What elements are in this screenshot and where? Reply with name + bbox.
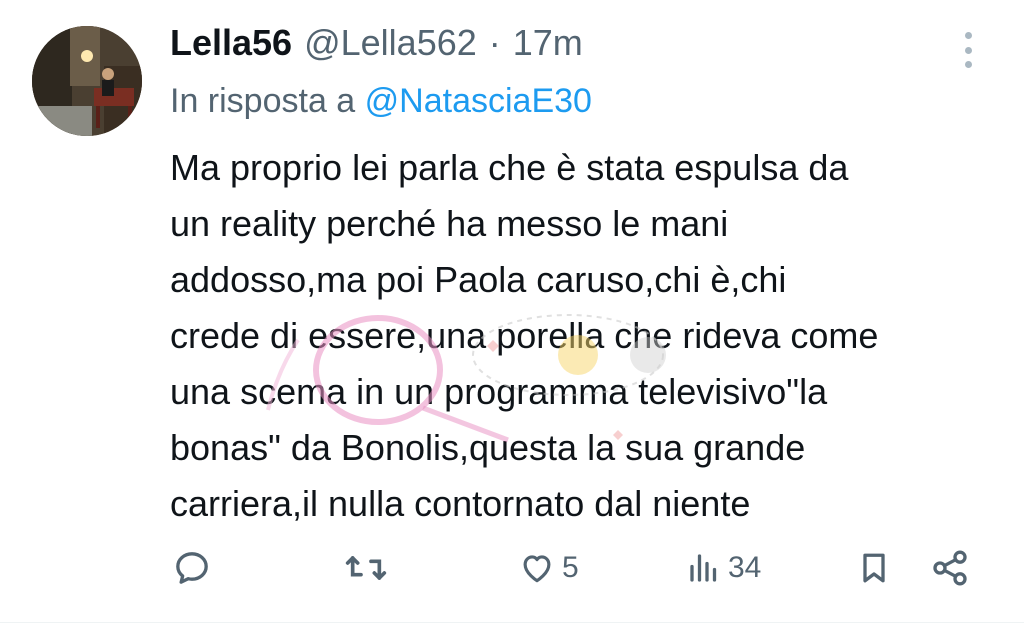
more-dot [964, 61, 972, 68]
timestamp[interactable]: 17m [513, 22, 583, 64]
share-icon [933, 550, 967, 586]
like-count: 5 [562, 551, 579, 584]
views-button[interactable]: 34 [686, 544, 761, 592]
tweet-text-line: un reality perché ha messo le mani [170, 203, 729, 244]
separator-dot: · [488, 22, 501, 63]
comment-icon [176, 552, 208, 584]
display-name[interactable]: Lella56 [170, 22, 292, 64]
user-handle[interactable]: @Lella562 [304, 22, 477, 64]
reply-button[interactable] [172, 544, 212, 592]
reply-mention-link[interactable]: @NatasciaE30 [365, 82, 592, 120]
tweet-text-line: addosso,ma poi Paola caruso,chi è,chi [170, 259, 787, 300]
share-button[interactable] [930, 544, 970, 592]
more-dot [964, 46, 972, 54]
more-dot [964, 32, 972, 39]
tweet-text-line: una scema in un programma televisivo"la [170, 371, 828, 412]
tweet-text-line: carriera,il nulla contornato dal niente [170, 483, 751, 524]
retweet-icon [345, 556, 387, 580]
tweet-text-line: crede di essere,una porella che rideva c… [170, 315, 879, 356]
retweet-button[interactable] [344, 544, 388, 592]
reply-context: In risposta a @NatasciaE30 [170, 82, 592, 121]
views-bar-chart-icon [690, 554, 717, 582]
divider [0, 622, 1024, 623]
views-count: 34 [728, 551, 762, 584]
tweet-text-line: Ma proprio lei parla che è stata espulsa… [170, 147, 849, 188]
tweet-header: Lella56 @Lella562 · 17m [170, 22, 583, 70]
heart-icon [523, 555, 551, 583]
reply-prefix: In risposta a [170, 82, 356, 120]
action-bar: 5 34 [0, 540, 1024, 596]
bookmark-icon [863, 553, 885, 583]
tweet: Lella56 @Lella562 · 17m In risposta a @N… [0, 0, 1024, 632]
avatar[interactable] [32, 26, 142, 136]
bookmark-button[interactable] [856, 544, 892, 592]
more-options-icon[interactable] [955, 30, 981, 70]
like-button[interactable]: 5 [518, 544, 579, 592]
tweet-text-line: bonas" da Bonolis,questa la sua grande [170, 427, 806, 468]
tweet-text: Ma proprio lei parla che è stata espulsa… [170, 140, 1000, 532]
